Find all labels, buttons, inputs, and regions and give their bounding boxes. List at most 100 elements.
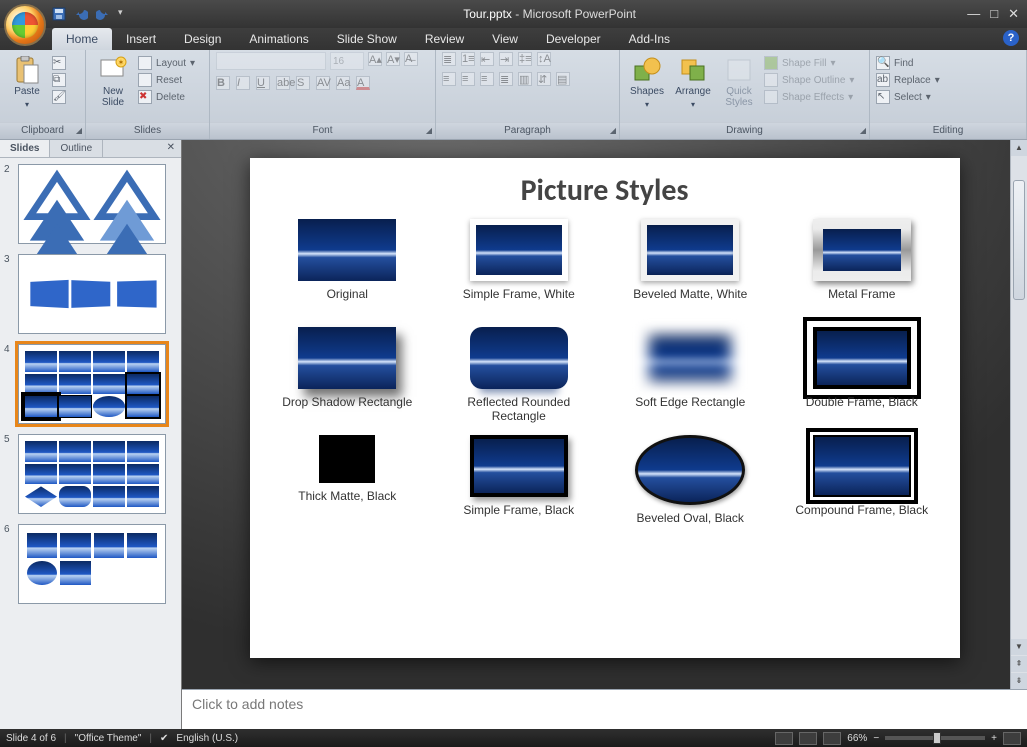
- thumb-row[interactable]: 6: [4, 524, 177, 604]
- shadow-icon[interactable]: S: [296, 76, 310, 90]
- text-direction-icon[interactable]: ↕A: [537, 52, 551, 66]
- shapes-button[interactable]: Shapes▾: [626, 52, 668, 110]
- tab-animations[interactable]: Animations: [235, 28, 322, 50]
- change-case-icon[interactable]: Aa: [336, 76, 350, 90]
- clear-format-icon[interactable]: A̶: [404, 52, 418, 66]
- char-spacing-icon[interactable]: AV: [316, 76, 330, 90]
- tab-developer[interactable]: Developer: [532, 28, 615, 50]
- thumb-row[interactable]: 4: [4, 344, 177, 424]
- thumb-number: 4: [4, 344, 14, 355]
- zoom-slider[interactable]: [885, 736, 985, 740]
- tab-view[interactable]: View: [478, 28, 532, 50]
- tab-slideshow[interactable]: Slide Show: [323, 28, 411, 50]
- slide-canvas[interactable]: Picture Styles Original Simple Frame, Wh…: [182, 140, 1027, 689]
- indent-dec-icon[interactable]: ⇤: [480, 52, 494, 66]
- slide-thumb-5[interactable]: [18, 434, 166, 514]
- paste-button[interactable]: Paste ▾: [6, 52, 48, 110]
- fit-to-window-icon[interactable]: [1003, 732, 1021, 745]
- save-icon[interactable]: [52, 7, 66, 21]
- shape-fill-button[interactable]: Shape Fill ▾: [764, 56, 854, 70]
- view-normal-icon[interactable]: [775, 732, 793, 745]
- scroll-down-icon[interactable]: ▼: [1011, 639, 1027, 655]
- notes-pane[interactable]: Click to add notes: [182, 689, 1027, 729]
- pane-tab-slides[interactable]: Slides: [0, 140, 50, 157]
- dialog-launcher-icon[interactable]: ◢: [860, 126, 866, 135]
- spellcheck-icon[interactable]: ✔: [160, 733, 168, 744]
- pane-close-button[interactable]: ✕: [161, 140, 181, 157]
- font-family-combo[interactable]: [216, 52, 326, 70]
- view-sorter-icon[interactable]: [799, 732, 817, 745]
- grow-font-icon[interactable]: A▴: [368, 52, 382, 66]
- zoom-knob[interactable]: [933, 732, 941, 744]
- dialog-launcher-icon[interactable]: ◢: [76, 126, 82, 135]
- new-slide-button[interactable]: ✶ New Slide: [92, 52, 134, 108]
- align-text-icon[interactable]: ⇵: [537, 72, 551, 86]
- bold-icon[interactable]: B: [216, 76, 230, 90]
- redo-icon[interactable]: [96, 7, 110, 21]
- slide-thumb-6[interactable]: [18, 524, 166, 604]
- arrange-button[interactable]: Arrange▾: [672, 52, 714, 110]
- strike-icon[interactable]: abe: [276, 76, 290, 90]
- undo-icon[interactable]: [74, 7, 88, 21]
- view-slideshow-icon[interactable]: [823, 732, 841, 745]
- next-slide-icon[interactable]: ⇟: [1011, 673, 1027, 689]
- thumb-row[interactable]: 3: [4, 254, 177, 334]
- format-painter-button[interactable]: 🖌: [52, 90, 66, 104]
- quick-styles-button[interactable]: Quick Styles: [718, 52, 760, 108]
- qat-more-icon[interactable]: ▾: [118, 7, 132, 21]
- justify-icon[interactable]: ≣: [499, 72, 513, 86]
- smartart-icon[interactable]: ▤: [556, 72, 570, 86]
- bullets-icon[interactable]: ≣: [442, 52, 456, 66]
- slide-thumb-4[interactable]: [18, 344, 166, 424]
- align-right-icon[interactable]: ≡: [480, 72, 494, 86]
- tab-addins[interactable]: Add-Ins: [615, 28, 684, 50]
- indent-inc-icon[interactable]: ⇥: [499, 52, 513, 66]
- shape-outline-button[interactable]: Shape Outline ▾: [764, 73, 854, 87]
- dialog-launcher-icon[interactable]: ◢: [426, 126, 432, 135]
- copy-button[interactable]: ⧉: [52, 73, 66, 87]
- tab-review[interactable]: Review: [411, 28, 478, 50]
- reset-button[interactable]: Reset: [138, 73, 195, 87]
- slide-thumb-2[interactable]: [18, 164, 166, 244]
- tab-design[interactable]: Design: [170, 28, 235, 50]
- find-button[interactable]: 🔍Find: [876, 56, 940, 70]
- slide-thumb-3[interactable]: [18, 254, 166, 334]
- scroll-up-icon[interactable]: ▲: [1011, 140, 1027, 156]
- group-clipboard: Paste ▾ ✂ ⧉ 🖌 Clipboard◢: [0, 50, 86, 139]
- scroll-thumb[interactable]: [1013, 180, 1025, 300]
- delete-slide-button[interactable]: ✖Delete: [138, 90, 195, 104]
- pane-tab-outline[interactable]: Outline: [50, 140, 103, 157]
- help-button[interactable]: ?: [1003, 30, 1019, 46]
- zoom-value[interactable]: 66%: [847, 733, 867, 744]
- numbering-icon[interactable]: 1≡: [461, 52, 475, 66]
- zoom-in-button[interactable]: +: [991, 733, 997, 744]
- cut-button[interactable]: ✂: [52, 56, 66, 70]
- zoom-out-button[interactable]: −: [873, 733, 879, 744]
- font-color-icon[interactable]: A: [356, 76, 370, 90]
- font-size-combo[interactable]: [330, 52, 364, 70]
- shape-effects-button[interactable]: Shape Effects ▾: [764, 90, 854, 104]
- select-button[interactable]: ↖Select ▾: [876, 90, 940, 104]
- thumb-row[interactable]: 2: [4, 164, 177, 244]
- shrink-font-icon[interactable]: A▾: [386, 52, 400, 66]
- prev-slide-icon[interactable]: ⇞: [1011, 656, 1027, 672]
- align-center-icon[interactable]: ≡: [461, 72, 475, 86]
- columns-icon[interactable]: ▥: [518, 72, 532, 86]
- italic-icon[interactable]: I: [236, 76, 250, 90]
- close-button[interactable]: ✕: [1008, 6, 1019, 22]
- replace-button[interactable]: abReplace ▾: [876, 73, 940, 87]
- tab-home[interactable]: Home: [52, 28, 112, 50]
- underline-icon[interactable]: U: [256, 76, 270, 90]
- office-button[interactable]: [4, 4, 46, 46]
- align-left-icon[interactable]: ≡: [442, 72, 456, 86]
- line-spacing-icon[interactable]: ‡≡: [518, 52, 532, 66]
- vertical-scrollbar[interactable]: ▲ ▼ ⇞ ⇟: [1010, 140, 1027, 689]
- status-language[interactable]: English (U.S.): [176, 733, 238, 744]
- layout-button[interactable]: Layout ▾: [138, 56, 195, 70]
- title-bar: ▾ Tour.pptx - Microsoft PowerPoint — □ ✕: [0, 0, 1027, 28]
- maximize-button[interactable]: □: [990, 6, 998, 22]
- tab-insert[interactable]: Insert: [112, 28, 170, 50]
- dialog-launcher-icon[interactable]: ◢: [610, 126, 616, 135]
- minimize-button[interactable]: —: [967, 6, 980, 22]
- thumb-row[interactable]: 5: [4, 434, 177, 514]
